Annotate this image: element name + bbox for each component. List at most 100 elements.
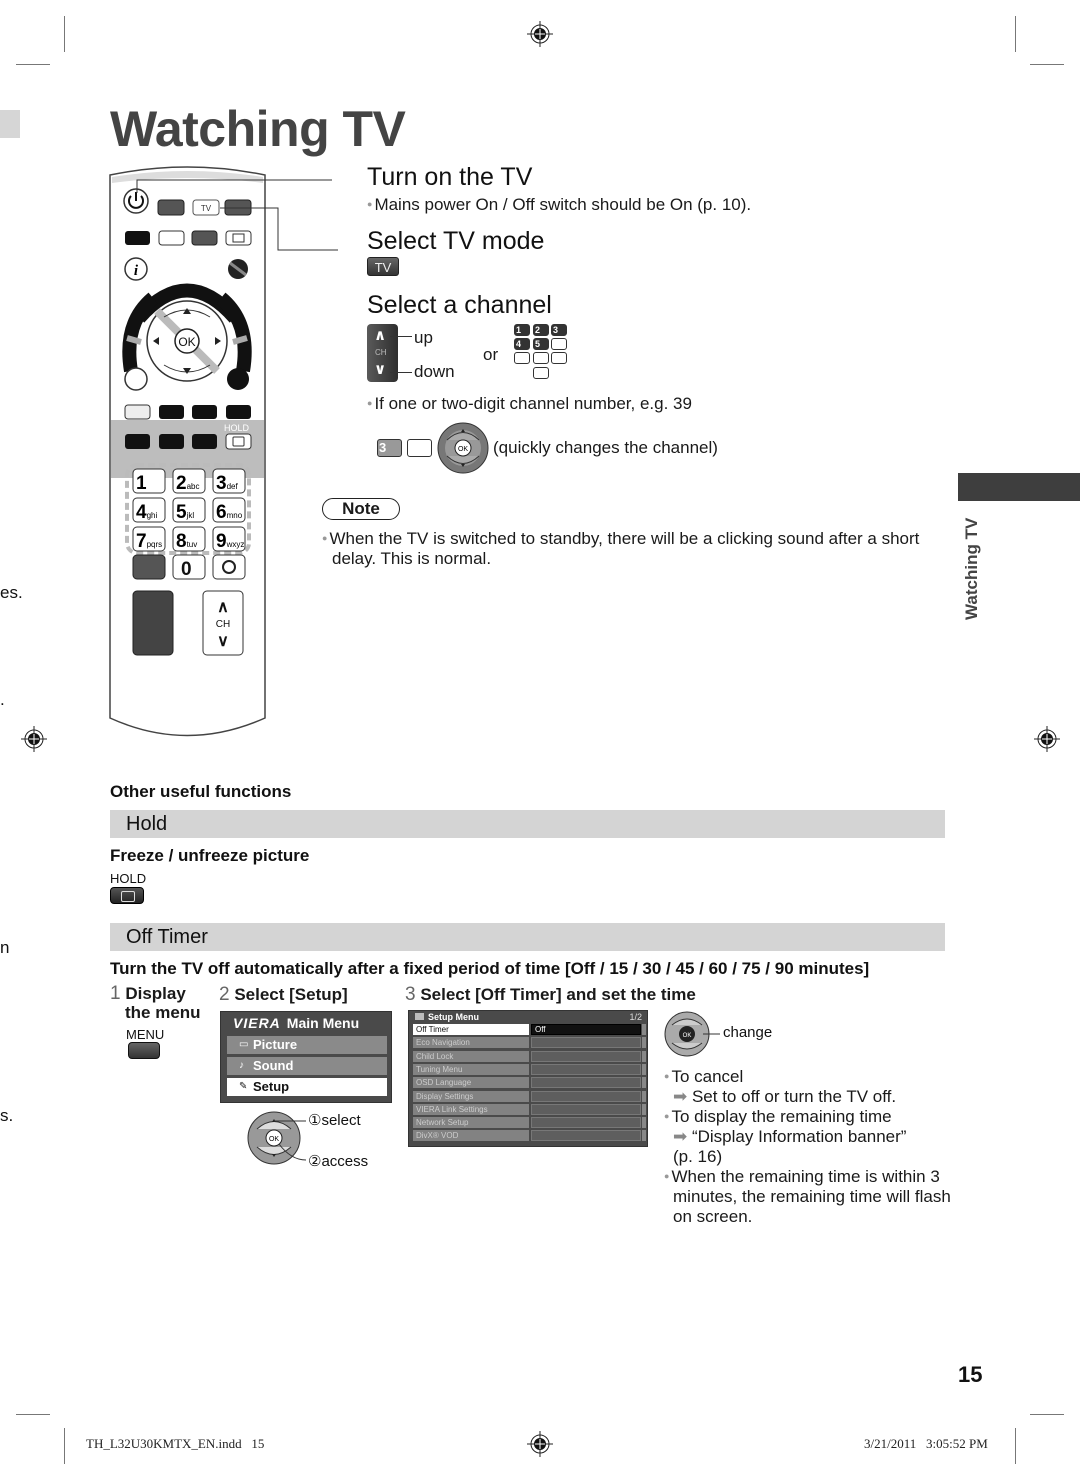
setup-menu-title: Setup Menu — [428, 1012, 479, 1022]
setup-menu-item[interactable]: Eco Navigation — [413, 1037, 529, 1049]
crop-mark — [1015, 16, 1016, 52]
number-key-3[interactable]: 3def — [212, 468, 246, 494]
picture-icon: ▭ — [239, 1039, 249, 1050]
number-key-label: 1 — [136, 473, 147, 494]
channel-tip: If one or two-digit channel number, e.g.… — [367, 394, 692, 414]
menu-item-setup[interactable]: ✎ Setup — [227, 1078, 387, 1096]
quick-change-note: (quickly changes the channel) — [493, 438, 718, 457]
setup-menu-icon — [415, 1013, 424, 1020]
number-key-7[interactable]: 7pqrs — [132, 526, 166, 552]
chapter-tab — [958, 473, 1080, 501]
step-1: 1 Display the menu — [110, 984, 201, 1022]
step-text: Display — [125, 984, 186, 1003]
mini-numpad-key: 3 — [551, 324, 567, 336]
tip-cancel: To cancel — [664, 1067, 954, 1087]
change-label: change — [723, 1024, 773, 1041]
menu-item-sound[interactable]: ♪ Sound — [227, 1057, 387, 1075]
setup-menu-item[interactable]: VIERA Link Settings — [413, 1103, 529, 1115]
number-key-9[interactable]: 9wxyz — [212, 526, 246, 552]
setup-menu-scrollbar[interactable] — [642, 1037, 646, 1049]
mini-numpad-key: 1 — [514, 324, 530, 336]
step-text: Select [Setup] — [234, 985, 348, 1004]
setup-menu-scrollbar[interactable] — [642, 1103, 646, 1115]
off-timer-tips: To cancel ➡ Set to off or turn the TV of… — [664, 1067, 954, 1227]
setup-menu-item[interactable]: Child Lock — [413, 1050, 529, 1062]
hold-key-label: HOLD — [110, 871, 147, 886]
number-key-6[interactable]: 6mno — [212, 497, 246, 523]
menu-item-label: Picture — [253, 1037, 298, 1052]
setup-menu-item[interactable]: Network Setup — [413, 1117, 529, 1129]
leader-lines — [136, 179, 338, 251]
select-channel-heading: Select a channel — [367, 291, 552, 319]
setup-menu-item[interactable]: OSD Language — [413, 1077, 529, 1089]
svg-text:CH: CH — [216, 619, 230, 630]
setup-menu-scrollbar[interactable] — [642, 1024, 646, 1035]
off-timer-section-bar: Off Timer — [110, 923, 945, 951]
ok-button[interactable]: OK — [174, 328, 200, 354]
page-title: Watching TV — [110, 101, 406, 157]
crop-mark — [16, 64, 50, 65]
sound-icon: ♪ — [239, 1060, 244, 1071]
turn-on-note: Mains power On / Off switch should be On… — [367, 195, 751, 215]
hold-title: Hold — [126, 813, 168, 835]
setup-menu-scrollbar[interactable] — [642, 1090, 646, 1102]
step-3: 3 Select [Off Timer] and set the time — [405, 984, 696, 1006]
hold-button[interactable] — [225, 433, 252, 450]
step-text: Select [Off Timer] and set the time — [420, 985, 696, 1004]
crop-mark — [16, 1414, 50, 1415]
setup-menu-item[interactable]: Display Settings — [413, 1090, 529, 1102]
svg-text:OK: OK — [683, 1033, 692, 1039]
mini-numpad-key — [551, 338, 567, 350]
setup-menu-scrollbar[interactable] — [642, 1117, 646, 1129]
crop-mark — [1015, 1428, 1016, 1464]
setup-menu-scrollbar[interactable] — [642, 1077, 646, 1089]
arrow-right-icon: ➡ — [673, 1087, 692, 1107]
number-key-5[interactable]: 5jkl — [172, 497, 206, 523]
number-key-8[interactable]: 8tuv — [172, 526, 206, 552]
setup-menu-item[interactable]: Tuning Menu — [413, 1063, 529, 1075]
mini-numpad-key — [533, 367, 549, 379]
off-timer-description: Turn the TV off automatically after a fi… — [110, 959, 870, 978]
setup-menu-page: 1/2 — [629, 1012, 642, 1022]
channel-rocker[interactable]: ∧ CH ∨ — [202, 590, 244, 656]
change-dpad-icon: OK — [664, 1011, 720, 1057]
setup-menu-value — [531, 1063, 641, 1075]
setup-menu-header: Setup Menu — [415, 1012, 479, 1022]
menu-item-label: Setup — [253, 1079, 290, 1094]
setup-menu-item[interactable]: Off Timer — [413, 1024, 529, 1035]
tip-remaining-text: “Display Information banner” — [691, 1127, 907, 1147]
tv-key-icon: TV — [367, 257, 399, 276]
ok-dpad-icon: OK — [437, 422, 489, 474]
setup-menu-scrollbar[interactable] — [642, 1063, 646, 1075]
step-number: 3 — [405, 984, 416, 1005]
hold-key-icon — [110, 887, 144, 904]
up-label: up — [414, 328, 433, 347]
number-key-1[interactable]: 1 — [132, 468, 166, 494]
last-view-button[interactable] — [212, 554, 246, 580]
ch-up-icon: ∧ — [374, 327, 387, 344]
setup-menu-value — [531, 1050, 641, 1062]
setup-menu-value — [531, 1090, 641, 1102]
chapter-tab-label: Watching TV — [962, 517, 981, 620]
menu-item-label: Sound — [253, 1058, 294, 1073]
setup-menu-item[interactable]: DivX® VOD — [413, 1130, 529, 1142]
registration-mark-icon — [1034, 726, 1060, 752]
turn-on-heading: Turn on the TV — [367, 163, 533, 191]
registration-mark-icon — [527, 1431, 553, 1457]
setup-icon: ✎ — [239, 1081, 248, 1092]
setup-menu-scrollbar[interactable] — [642, 1130, 646, 1142]
number-key-4[interactable]: 4ghi — [132, 497, 166, 523]
svg-text:∨: ∨ — [217, 633, 229, 650]
setup-menu-scrollbar[interactable] — [642, 1050, 646, 1062]
select-access-dpad-icon: OK — [247, 1111, 306, 1165]
main-menu-title: Main Menu — [286, 1015, 360, 1031]
step-2: 2 Select [Setup] — [219, 984, 348, 1006]
menu-item-picture[interactable]: ▭ Picture — [227, 1036, 387, 1054]
note-label: Note — [322, 498, 400, 520]
svg-text:∧: ∧ — [217, 599, 229, 616]
down-label: down — [414, 362, 455, 381]
number-key-2[interactable]: 2abc — [172, 468, 206, 494]
tip-remaining-ref: (p. 16) — [673, 1147, 723, 1167]
menu-key-label: MENU — [126, 1027, 165, 1042]
number-key-0[interactable]: 0 — [172, 554, 206, 580]
